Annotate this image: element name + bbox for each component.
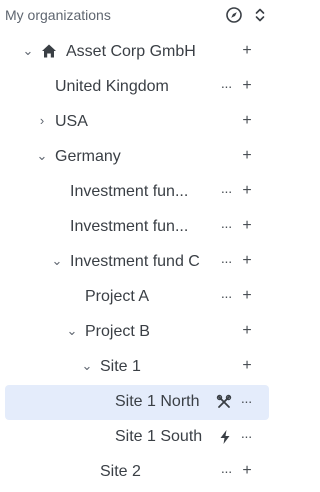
more-icon[interactable]: ··· <box>219 288 233 304</box>
more-icon[interactable]: ··· <box>219 463 233 479</box>
more-icon[interactable]: ··· <box>219 218 233 234</box>
add-icon[interactable]: + <box>240 357 254 375</box>
more-icon[interactable]: ··· <box>239 393 253 409</box>
more-icon[interactable]: ··· <box>239 428 253 444</box>
chevron-down-icon[interactable]: ⌄ <box>50 253 64 269</box>
tree-row-label: Site 2 <box>100 463 141 480</box>
add-icon[interactable]: + <box>240 42 254 60</box>
tree-row-investment-fund-c[interactable]: ⌄ Investment fund C ··· + <box>0 245 274 280</box>
tree-row-label: Site 1 <box>100 358 141 375</box>
more-icon[interactable]: ··· <box>219 78 233 94</box>
tree-row-label: USA <box>55 113 88 130</box>
panel-title: My organizations <box>5 7 111 23</box>
add-icon[interactable]: + <box>240 287 254 305</box>
tree-row-label: Site 1 North <box>115 393 200 410</box>
tree-row-label: Germany <box>55 148 121 165</box>
add-icon[interactable]: + <box>240 182 254 200</box>
compass-icon[interactable] <box>225 6 243 24</box>
more-icon[interactable]: ··· <box>219 183 233 199</box>
tree-row-label: United Kingdom <box>55 78 169 95</box>
tree-row-label: Investment fun... <box>70 218 189 235</box>
tree-row-united-kingdom[interactable]: United Kingdom ··· + <box>0 70 274 105</box>
add-icon[interactable]: + <box>240 147 254 165</box>
add-icon[interactable]: + <box>240 112 254 130</box>
chevron-down-icon[interactable]: ⌄ <box>65 323 79 339</box>
tree-row-investment-fund-a[interactable]: Investment fun... ··· + <box>0 175 274 210</box>
tree-row-site-1-south[interactable]: Site 1 South ··· <box>0 420 274 455</box>
tree-row-site-2[interactable]: Site 2 ··· + <box>0 455 274 490</box>
chevron-up-down-icon[interactable] <box>251 6 269 24</box>
add-icon[interactable]: + <box>240 252 254 270</box>
tree-row-label: Investment fun... <box>70 183 189 200</box>
tree-row-site-1-north[interactable]: Site 1 North ··· <box>5 385 269 420</box>
tree-row-usa[interactable]: › USA + <box>0 105 274 140</box>
lightning-icon <box>220 430 230 444</box>
home-icon <box>42 44 56 58</box>
chevron-down-icon[interactable]: ⌄ <box>21 43 35 59</box>
more-icon[interactable]: ··· <box>219 253 233 269</box>
tree-row-label: Project A <box>85 288 150 305</box>
tree-row-label: Investment fund C <box>70 253 200 270</box>
tree-row-label: Project B <box>85 323 150 340</box>
tools-icon <box>216 394 232 408</box>
add-icon[interactable]: + <box>240 462 254 480</box>
add-icon[interactable]: + <box>240 217 254 235</box>
tree-row-label: Site 1 South <box>115 428 203 445</box>
tree-row-label: Asset Corp GmbH <box>66 43 196 60</box>
tree-row-site-1[interactable]: ⌄ Site 1 + <box>0 350 274 385</box>
add-icon[interactable]: + <box>240 77 254 95</box>
chevron-right-icon[interactable]: › <box>35 113 49 129</box>
tree-row-investment-fund-b[interactable]: Investment fun... ··· + <box>0 210 274 245</box>
chevron-down-icon[interactable]: ⌄ <box>35 148 49 164</box>
panel-header: My organizations <box>0 0 274 32</box>
tree-row-asset-corp[interactable]: ⌄ Asset Corp GmbH + <box>0 35 274 70</box>
tree-row-project-a[interactable]: Project A ··· + <box>0 280 274 315</box>
tree-row-project-b[interactable]: ⌄ Project B + <box>0 315 274 350</box>
chevron-down-icon[interactable]: ⌄ <box>80 358 94 374</box>
add-icon[interactable]: + <box>240 322 254 340</box>
tree-row-germany[interactable]: ⌄ Germany + <box>0 140 274 175</box>
